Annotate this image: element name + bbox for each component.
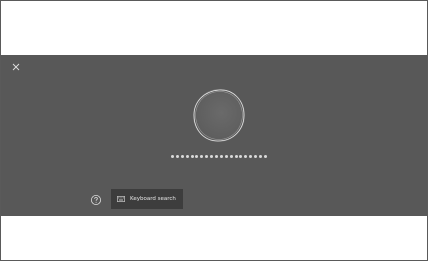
listening-dot (224, 154, 228, 158)
listening-dot (263, 154, 267, 158)
listening-dot (234, 154, 238, 158)
listening-dot (200, 154, 204, 158)
listening-orb (189, 85, 249, 145)
listening-dot (219, 154, 223, 158)
help-button[interactable] (90, 194, 102, 206)
listening-dot (249, 154, 253, 158)
listening-dot (254, 154, 258, 158)
listening-dot (175, 154, 179, 158)
listening-dot (205, 154, 209, 158)
listening-dot (185, 154, 189, 158)
listening-dot (259, 154, 263, 158)
question-mark-icon (91, 195, 101, 205)
close-icon (12, 63, 20, 71)
listening-dot (171, 154, 174, 158)
listening-dot (244, 154, 248, 158)
voice-search-panel: Keyboard search (1, 55, 427, 216)
keyboard-search-button[interactable]: Keyboard search (111, 189, 183, 209)
listening-dot (210, 154, 214, 158)
listening-dot (195, 154, 199, 158)
keyboard-search-label: Keyboard search (130, 196, 176, 202)
screen: Keyboard search (0, 0, 428, 261)
listening-dot (239, 154, 243, 158)
listening-dots (171, 154, 267, 158)
listening-orb-icon (193, 89, 245, 142)
close-button[interactable] (11, 62, 21, 72)
listening-dot (180, 154, 184, 158)
keyboard-icon (117, 196, 125, 202)
listening-dot (190, 154, 194, 158)
listening-dot (229, 154, 233, 158)
listening-dot (215, 154, 219, 158)
